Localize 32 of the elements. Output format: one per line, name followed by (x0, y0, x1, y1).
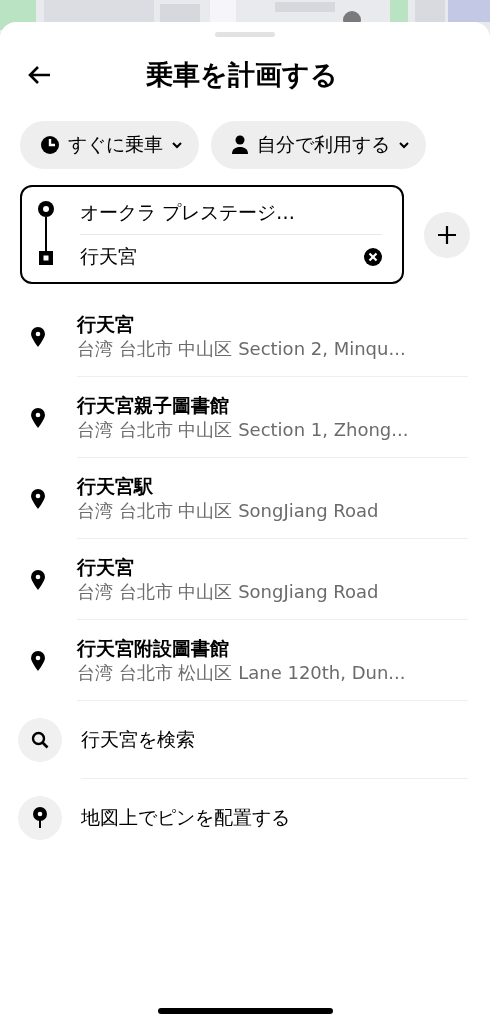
place-name[interactable]: 行天宮 (77, 311, 468, 337)
pin-icon (30, 569, 46, 590)
pin-icon (30, 326, 46, 347)
pin-icon (30, 488, 46, 509)
pin-icon (30, 407, 46, 428)
caret-icon (398, 141, 410, 149)
pickup-field[interactable]: オークラ プレステージ… (80, 201, 382, 224)
place-name[interactable]: 行天宮附設圖書館 (77, 635, 468, 661)
place-name[interactable]: 行天宮 (77, 554, 468, 580)
pin-icon (32, 807, 48, 829)
place-address: 台湾 台北市 中山区 SongJiang Road (77, 499, 380, 523)
action-label[interactable]: 行天宮を検索 (81, 726, 195, 753)
option-chip[interactable]: 自分で利用する (211, 121, 426, 169)
place-address: 台湾 台北市 中山区 Section 1, Zhong... (77, 418, 410, 442)
plus-icon (437, 224, 457, 245)
action-label[interactable]: 地図上でピンを配置する (81, 805, 290, 831)
clear-icon[interactable] (364, 247, 382, 266)
place-name[interactable]: 行天宮駅 (77, 473, 468, 499)
person-icon (231, 135, 249, 155)
caret-icon (171, 141, 183, 149)
clock-icon (40, 135, 60, 155)
place-address: 台湾 台北市 中山区 SongJiang Road (77, 580, 380, 604)
destination-field[interactable]: 行天宮 (80, 245, 364, 268)
add-stop-button[interactable] (424, 211, 470, 258)
page-title: 乗車を計画する (145, 58, 339, 92)
pin-icon (30, 650, 46, 671)
search-icon (31, 731, 49, 749)
place-address: 台湾 台北市 中山区 Section 2, Minqu... (77, 337, 407, 361)
back-arrow-icon (28, 65, 52, 85)
place-name[interactable]: 行天宮親子圖書館 (77, 392, 468, 418)
place-address: 台湾 台北市 松山区 Lane 120th, Dun... (77, 661, 407, 685)
option-chip[interactable]: すぐに乗車 (20, 121, 199, 169)
